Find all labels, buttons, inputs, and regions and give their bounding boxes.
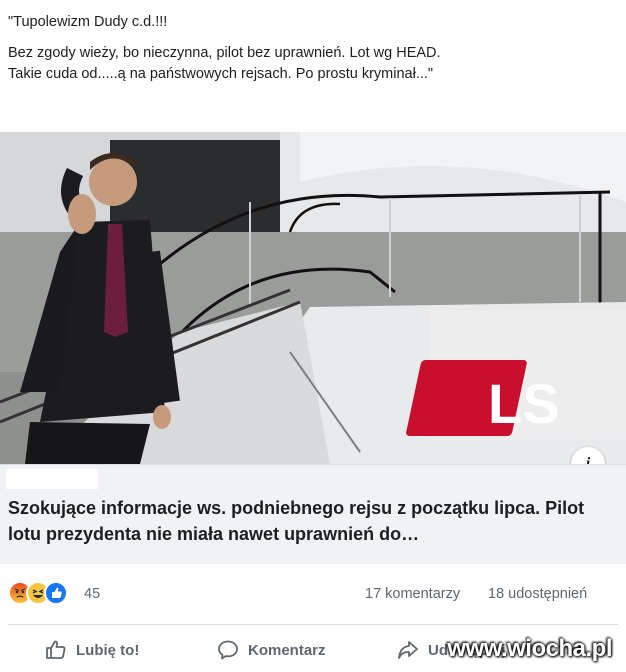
comment-icon <box>218 640 238 660</box>
share-icon <box>398 641 418 659</box>
divider <box>8 624 618 625</box>
like-icon <box>44 581 68 605</box>
like-label: Lubię to! <box>76 641 140 659</box>
post-text-line: Takie cuda od.....ą na państwowych rejsa… <box>8 66 434 82</box>
watermark: www.wiocha.pl <box>447 635 612 662</box>
post-text-line: "Tupolewizm Dudy c.d.!!! <box>8 14 168 30</box>
post-text-line: Bez zgody wieży, bo nieczynna, pilot bez… <box>8 45 441 61</box>
shares-count[interactable]: 18 udostępnień <box>488 586 587 602</box>
link-preview-image[interactable]: LS <box>0 132 626 464</box>
link-domain-redacted <box>6 469 98 489</box>
ls-logo-text: LS <box>488 372 560 435</box>
comment-label: Komentarz <box>248 641 326 659</box>
post-text: "Tupolewizm Dudy c.d.!!! Bez zgody wieży… <box>0 0 626 132</box>
thumbs-up-icon <box>46 640 66 659</box>
link-preview-meta[interactable]: Szokujące informacje ws. podniebnego rej… <box>0 464 626 564</box>
like-button[interactable]: Lubię to! <box>44 628 139 672</box>
reactions-bar: 45 17 komentarzy 18 udostępnień <box>0 574 626 614</box>
link-title[interactable]: Szokujące informacje ws. podniebnego rej… <box>8 495 608 547</box>
airplane-stairs-photo: LS <box>0 132 626 464</box>
comments-count[interactable]: 17 komentarzy <box>365 586 460 602</box>
comment-button[interactable]: Komentarz <box>216 628 326 672</box>
reaction-count[interactable]: 45 <box>84 586 100 602</box>
